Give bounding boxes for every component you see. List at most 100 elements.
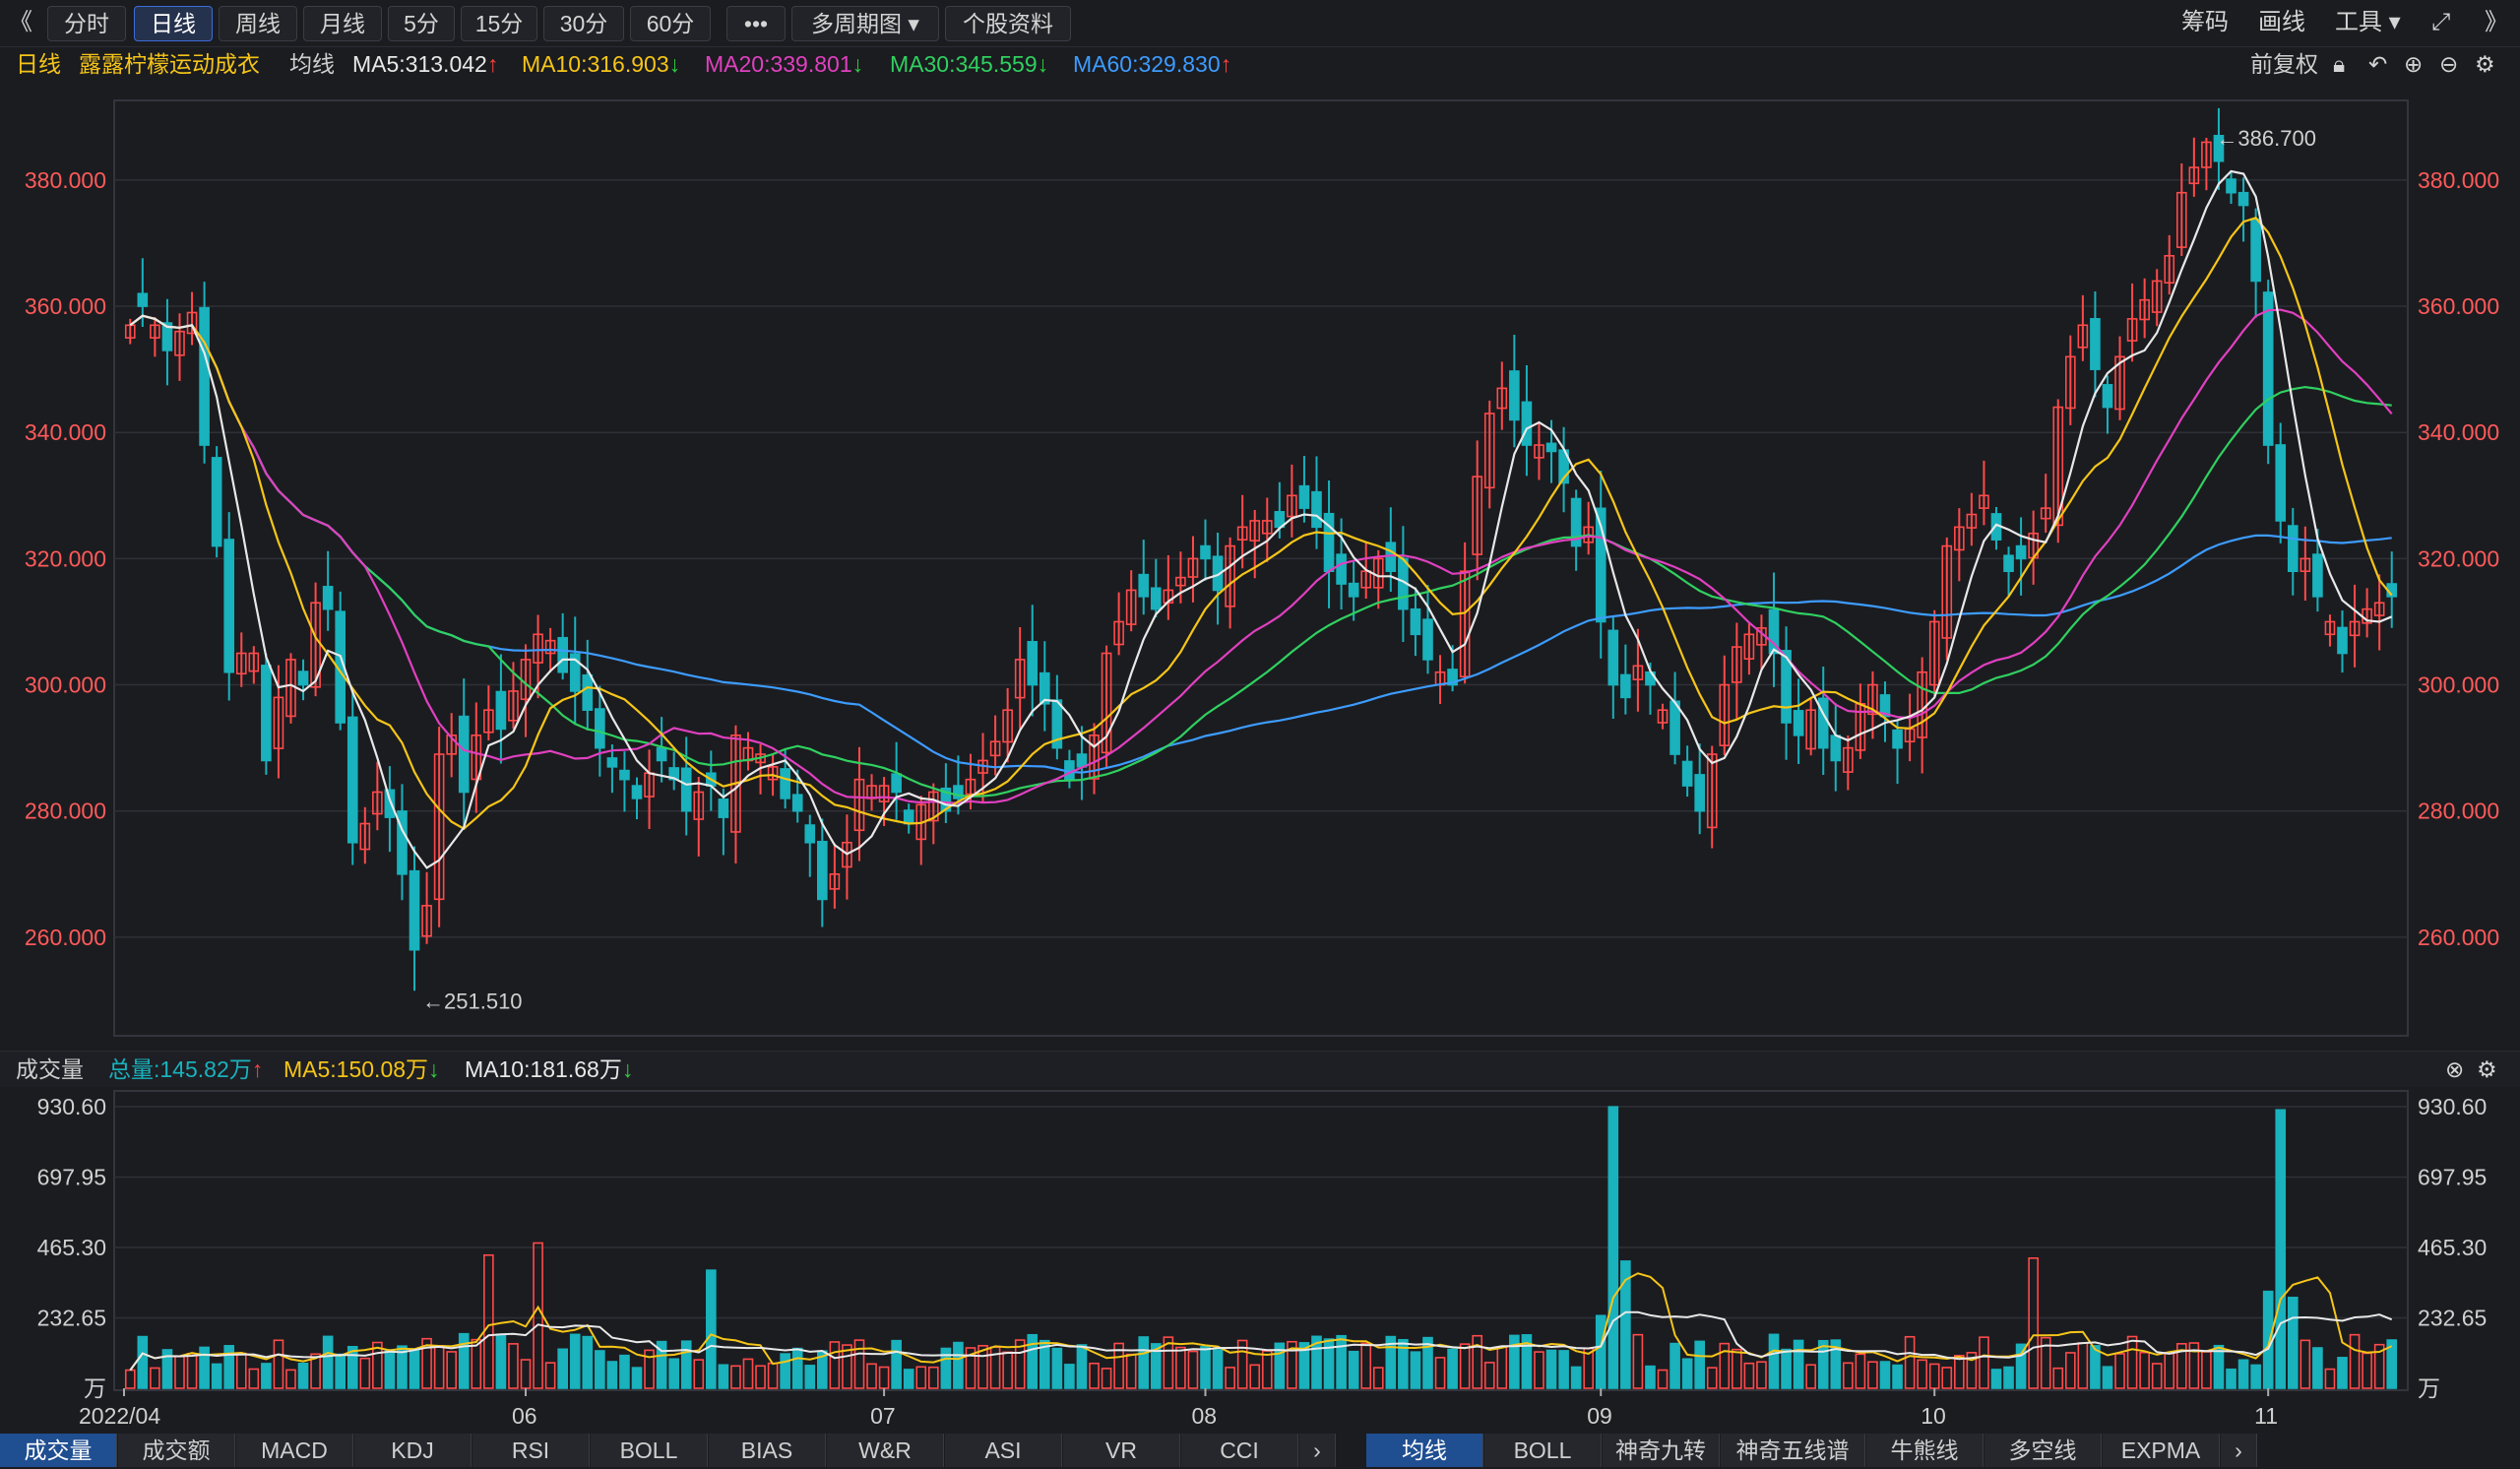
overlay-tab-5[interactable]: 多空线	[1984, 1434, 2102, 1467]
volume-bar	[235, 1352, 247, 1389]
volume-bar	[2052, 1367, 2064, 1389]
ma-legend-bar: 日线 露露柠檬运动成衣 均线 MA5:313.042↑ MA10:316.903…	[0, 47, 2520, 81]
candle-down	[582, 673, 594, 711]
overlay-tab-4[interactable]: 牛熊线	[1866, 1434, 1984, 1467]
volume-total: 总量:145.82万↑	[108, 1052, 263, 1087]
overlay-tab-1[interactable]: BOLL	[1484, 1434, 1602, 1467]
indicator-tab-4[interactable]: RSI	[472, 1434, 590, 1467]
ma-arrow: ↑	[486, 51, 499, 77]
draw-line-button[interactable]: 画线	[2258, 6, 2305, 39]
volume-bar	[1249, 1364, 1261, 1389]
candle-down	[903, 809, 914, 825]
zoom-out-icon[interactable]: ⊖	[2439, 47, 2458, 81]
tools-button[interactable]: 工具 ▾	[2335, 6, 2401, 39]
volume-bar	[322, 1335, 334, 1389]
period-tab-10[interactable]: 个股资料	[945, 6, 1071, 41]
volume-legend-bar: 成交量 总量:145.82万↑ MA5:150.08万↓ MA10:181.68…	[0, 1051, 2520, 1087]
period-tab-6[interactable]: 30分	[543, 6, 624, 41]
volume-bar	[1681, 1358, 1693, 1389]
ma-label[interactable]: 均线	[289, 47, 335, 81]
volume-bar	[1793, 1339, 1804, 1389]
candle-down	[2226, 178, 2236, 194]
volume-bar	[2201, 1351, 2212, 1389]
indicator-tab-9[interactable]: VR	[1063, 1434, 1180, 1467]
candle-down	[1607, 629, 1619, 686]
adjust-label[interactable]: 前复权	[2250, 47, 2318, 81]
overlay-tab-0[interactable]: 均线	[1366, 1434, 1483, 1467]
period-tab-0[interactable]: 分时	[47, 6, 126, 41]
overlay-tabs-next-icon[interactable]: ›	[2221, 1434, 2257, 1467]
volume-bar	[1743, 1362, 1755, 1389]
period-tab-7[interactable]: 60分	[630, 6, 711, 41]
candle-down	[791, 794, 803, 812]
volume-bar	[508, 1343, 519, 1389]
period-tab-5[interactable]: 15分	[461, 6, 537, 41]
indicator-tab-1[interactable]: 成交额	[118, 1434, 235, 1467]
candle-down	[619, 769, 630, 781]
volume-bar	[2064, 1352, 2076, 1389]
indicator-tab-0[interactable]: 成交量	[0, 1434, 117, 1467]
volume-bar	[595, 1350, 605, 1389]
x-tick-label: 07	[870, 1403, 896, 1429]
price-tick-right: 280.000	[2418, 798, 2499, 824]
volume-bar	[2077, 1342, 2089, 1389]
volume-bar	[124, 1369, 136, 1389]
volume-bar	[174, 1355, 185, 1389]
indicator-tab-10[interactable]: CCI	[1181, 1434, 1298, 1467]
candle-down	[1311, 490, 1322, 529]
volume-bar	[1595, 1314, 1606, 1389]
volume-bar	[2337, 1357, 2348, 1389]
overlay-tab-2[interactable]: 神奇九转	[1603, 1434, 1720, 1467]
lock-icon[interactable]: 🔒︎	[2333, 47, 2345, 81]
volume-tick-left: 465.30	[37, 1235, 106, 1260]
period-tab-3[interactable]: 月线	[303, 6, 382, 41]
price-chart[interactable]: 380.000 380.000 360.000 360.000 340.000 340.0…	[0, 81, 2520, 1051]
volume-bar	[1447, 1348, 1458, 1389]
volume-chart[interactable]: 930.60 930.60 697.95 697.95 465.30 465.30 232.…	[0, 1087, 2520, 1432]
candle-down	[631, 785, 643, 799]
period-tab-8[interactable]: •••	[726, 6, 786, 41]
expand-right-icon[interactable]: 》	[2485, 6, 2508, 39]
period-tab-4[interactable]: 5分	[388, 6, 455, 41]
indicator-tab-7[interactable]: W&R	[827, 1434, 944, 1467]
settings-gear-icon[interactable]: ⚙	[2475, 47, 2495, 81]
indicator-tab-6[interactable]: BIAS	[709, 1434, 826, 1467]
indicator-settings-icon[interactable]: ⚙	[2477, 1052, 2497, 1087]
undo-icon[interactable]: ↶	[2368, 47, 2387, 81]
ma5-value: MA5:313.042↑	[352, 47, 498, 81]
candle-down	[1793, 710, 1804, 736]
period-tab-2[interactable]: 周线	[219, 6, 297, 41]
volume-bar	[2300, 1339, 2311, 1389]
close-indicator-icon[interactable]: ⊗	[2445, 1052, 2464, 1087]
indicator-tab-5[interactable]: BOLL	[591, 1434, 708, 1467]
candle-down	[1620, 673, 1631, 699]
indicator-tabs-next-icon[interactable]: ›	[1299, 1434, 1336, 1467]
indicator-tab-2[interactable]: MACD	[236, 1434, 353, 1467]
volume-bar	[1175, 1346, 1186, 1389]
collapse-left-icon[interactable]: 《	[6, 6, 35, 39]
volume-tick-right: 万	[2418, 1375, 2440, 1401]
overlay-tab-6[interactable]: EXPMA	[2103, 1434, 2220, 1467]
volume-bar	[953, 1341, 964, 1389]
volume-bar	[1855, 1353, 1866, 1389]
volume-tick-right: 930.60	[2418, 1094, 2487, 1119]
zoom-in-icon[interactable]: ⊕	[2404, 47, 2423, 81]
overlay-tab-3[interactable]: 神奇五线谱	[1721, 1434, 1865, 1467]
ma-arrow: ↓	[668, 51, 681, 77]
candle-down	[2102, 384, 2113, 409]
fullscreen-icon[interactable]: ⤢	[2431, 6, 2450, 39]
period-label: 日线	[16, 51, 61, 77]
volume-bar	[1089, 1362, 1100, 1389]
period-tab-9[interactable]: 多周期图 ▾	[791, 6, 939, 41]
indicator-tab-3[interactable]: KDJ	[354, 1434, 472, 1467]
volume-bar	[2275, 1109, 2287, 1389]
stock-name[interactable]: 露露柠檬运动成衣	[79, 47, 260, 81]
volume-bar	[495, 1333, 507, 1389]
indicator-tab-8[interactable]: ASI	[945, 1434, 1062, 1467]
volume-bar	[780, 1353, 790, 1389]
x-tick-label: 2022/04	[79, 1403, 160, 1429]
volume-bar	[1645, 1365, 1656, 1389]
chips-button[interactable]: 筹码	[2181, 6, 2229, 39]
volume-bar	[2362, 1352, 2372, 1389]
period-tab-1[interactable]: 日线	[134, 6, 213, 41]
